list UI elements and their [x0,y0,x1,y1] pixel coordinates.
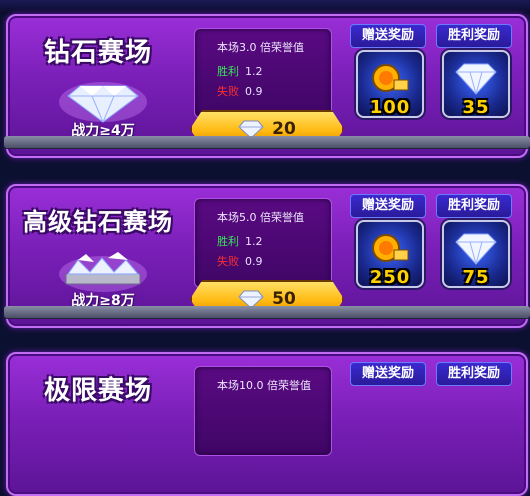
win-label: 胜利 [217,235,239,248]
victory-reward-slot[interactable]: 75 [442,220,510,288]
arena-title: 极限赛场 [43,376,152,406]
arena-title: 钻石赛场 [43,38,152,68]
lose-label: 失败 [217,85,239,98]
diamond-icon [59,82,147,123]
arena-card-diamond[interactable]: 钻石赛场 战力≥4万 本场3.0 倍荣誉值 胜利 1.2 失败 0.9 20 赠送奖… [4,14,530,158]
diamond-icon [455,63,497,95]
arena-card-advanced-diamond[interactable]: 高级钻石赛场 战力≥8万 本场5.0 倍荣誉值 胜利 1.2 失败 0.9 50 赠… [4,184,530,328]
top-background-strip [0,0,530,14]
win-multiplier-row: 胜利 1.2 [217,63,263,79]
coin-stack-icon [372,234,409,262]
victory-amount: 35 [462,97,490,118]
diamond-pile-icon [59,252,147,292]
card-frame-bottom [4,306,530,318]
gift-amount: 100 [369,97,411,118]
win-multiplier-row: 胜利 1.2 [217,233,263,249]
lose-value: 0.9 [245,85,263,98]
lose-multiplier-row: 失败 0.9 [217,253,263,269]
arena-title: 高级钻石赛场 [23,208,173,236]
honor-info-box: 本场3.0 倍荣誉值 胜利 1.2 失败 0.9 [194,28,332,118]
honor-multiplier: 本场3.0 倍荣誉值 [217,41,304,54]
arena-card-extreme[interactable]: 极限赛场 本场10.0 倍荣誉值 赠送奖励 胜利奖励 [6,352,528,496]
lose-value: 0.9 [245,255,263,268]
lose-multiplier-row: 失败 0.9 [217,83,263,99]
gift-amount: 250 [369,267,411,288]
victory-amount: 75 [462,267,490,288]
gift-reward-label: 赠送奖励 [350,24,426,48]
coin-stack-icon [372,64,409,92]
gift-reward-label: 赠送奖励 [350,362,426,386]
win-label: 胜利 [217,65,239,78]
gift-reward-label: 赠送奖励 [350,194,426,218]
victory-reward-label: 胜利奖励 [436,24,512,48]
gift-reward-slot[interactable]: 250 [356,220,424,288]
diamond-icon [455,233,497,265]
honor-info-box: 本场10.0 倍荣誉值 [194,366,332,456]
win-value: 1.2 [245,65,263,78]
victory-reward-label: 胜利奖励 [436,194,512,218]
win-value: 1.2 [245,235,263,248]
honor-multiplier: 本场5.0 倍荣誉值 [217,211,304,224]
honor-info-box: 本场5.0 倍荣誉值 胜利 1.2 失败 0.9 [194,198,332,288]
victory-reward-label: 胜利奖励 [436,362,512,386]
gift-reward-slot[interactable]: 100 [356,50,424,118]
card-frame-bottom [4,136,530,148]
honor-multiplier: 本场10.0 倍荣誉值 [217,379,311,392]
lose-label: 失败 [217,255,239,268]
victory-reward-slot[interactable]: 35 [442,50,510,118]
